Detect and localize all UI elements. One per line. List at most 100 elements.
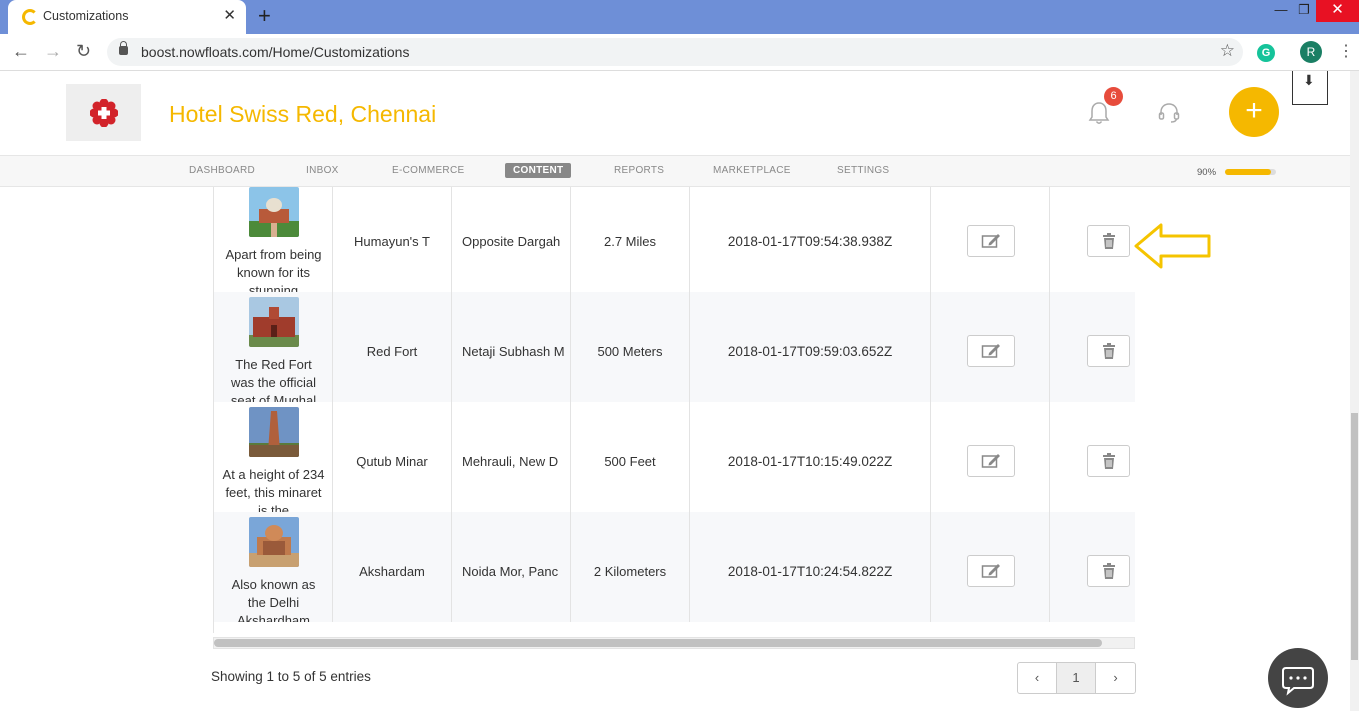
edit-button[interactable] xyxy=(967,445,1015,477)
place-description: Also known as the Delhi Akshardham xyxy=(231,577,316,622)
table-horizontal-scrollbar-thumb[interactable] xyxy=(214,639,1102,647)
place-description: Apart from being known for its stunning xyxy=(225,247,322,292)
address-cell: Netaji Subhash M xyxy=(452,292,571,402)
delete-button[interactable] xyxy=(1087,225,1130,257)
browser-toolbar: ← → ↻ boost.nowfloats.com/Home/Customiza… xyxy=(0,34,1359,71)
grammarly-extension-icon[interactable]: G xyxy=(1257,44,1275,62)
site-favicon-icon xyxy=(22,9,38,25)
hotel-name: Hotel Swiss Red, Chennai xyxy=(169,101,437,127)
back-arrow-icon[interactable]: ← xyxy=(12,40,30,62)
nav-ecommerce[interactable]: E-COMMERCE xyxy=(392,165,464,176)
place-address: Mehrauli, New D xyxy=(462,454,559,469)
distance-cell: 500 Feet xyxy=(571,402,690,512)
annotation-arrow-icon xyxy=(1134,223,1211,269)
customizations-table: Apart from being known for its stunning … xyxy=(213,187,1135,633)
trash-icon xyxy=(1102,453,1115,469)
created-cell: 2018-01-17T10:24:54.822Z xyxy=(690,512,931,622)
table-row: The Red Fort was the official seat of Mu… xyxy=(214,292,1135,402)
table-row: Also known as the Delhi Akshardham Aksha… xyxy=(214,512,1135,622)
nav-settings[interactable]: SETTINGS xyxy=(837,165,889,176)
delete-cell xyxy=(1050,402,1135,512)
created-cell: 2018-01-17T09:54:38.938Z xyxy=(690,187,931,292)
nav-content[interactable]: CONTENT xyxy=(505,163,572,178)
download-button[interactable]: ⬇ xyxy=(1292,71,1328,105)
delete-button[interactable] xyxy=(1087,445,1130,477)
notification-bell-icon[interactable] xyxy=(1088,101,1110,125)
nav-marketplace[interactable]: MARKETPLACE xyxy=(713,165,791,176)
delete-cell xyxy=(1050,292,1135,402)
tab-close-icon[interactable]: ✕ xyxy=(223,7,236,25)
image-cell: At a height of 234 feet, this minaret is… xyxy=(214,402,333,512)
name-cell: Red Fort xyxy=(333,292,452,402)
distance-cell: 500 Meters xyxy=(571,292,690,402)
red-fort-thumbnail xyxy=(249,297,299,347)
name-cell: Humayun's T xyxy=(333,187,452,292)
trash-icon xyxy=(1102,343,1115,359)
trash-icon xyxy=(1102,233,1115,249)
image-cell: Also known as the Delhi Akshardham xyxy=(214,512,333,622)
place-name: Akshardam xyxy=(359,564,425,579)
pagination-prev-button[interactable]: ‹ xyxy=(1018,663,1057,693)
edit-cell xyxy=(931,292,1050,402)
place-distance: 2.7 Miles xyxy=(603,234,657,249)
edit-pencil-icon xyxy=(981,454,1000,468)
lock-icon xyxy=(119,41,128,55)
pagination: ‹ 1 › xyxy=(1017,662,1136,694)
edit-pencil-icon xyxy=(981,344,1000,358)
humayuns-tomb-thumbnail xyxy=(249,187,299,237)
address-cell: Noida Mor, Panc xyxy=(452,512,571,622)
swiss-cross-logo-icon xyxy=(90,99,118,127)
reload-icon[interactable]: ↻ xyxy=(76,40,91,62)
nav-dashboard[interactable]: DASHBOARD xyxy=(189,165,255,176)
add-content-button[interactable]: + xyxy=(1229,87,1279,137)
place-distance: 2 Kilometers xyxy=(593,564,667,579)
place-name: Qutub Minar xyxy=(356,454,428,469)
name-cell: Akshardam xyxy=(333,512,452,622)
created-timestamp: 2018-01-17T09:59:03.652Z xyxy=(727,344,893,359)
edit-button[interactable] xyxy=(967,335,1015,367)
nav-inbox[interactable]: INBOX xyxy=(306,165,339,176)
page-scrollbar-thumb[interactable] xyxy=(1351,413,1358,660)
edit-button[interactable] xyxy=(967,555,1015,587)
new-tab-button[interactable]: + xyxy=(258,4,271,28)
place-description: The Red Fort was the official seat of Mu… xyxy=(230,357,317,402)
delete-button[interactable] xyxy=(1087,335,1130,367)
address-cell: Opposite Dargah xyxy=(452,187,571,292)
created-timestamp: 2018-01-17T09:54:38.938Z xyxy=(727,234,893,249)
created-cell: 2018-01-17T09:59:03.652Z xyxy=(690,292,931,402)
distance-cell: 2 Kilometers xyxy=(571,512,690,622)
place-distance: 500 Feet xyxy=(604,454,656,469)
qutub-minar-thumbnail xyxy=(249,407,299,457)
headset-support-icon[interactable] xyxy=(1157,101,1181,125)
place-address: Netaji Subhash M xyxy=(462,344,565,359)
chat-widget-button[interactable] xyxy=(1268,648,1328,708)
forward-arrow-icon[interactable]: → xyxy=(44,40,62,62)
pagination-page-1[interactable]: 1 xyxy=(1057,663,1096,693)
bookmark-star-icon[interactable]: ☆ xyxy=(1220,41,1235,61)
edit-button[interactable] xyxy=(967,225,1015,257)
window-close-button[interactable]: ✕ xyxy=(1316,0,1359,22)
tab-title: Customizations xyxy=(43,9,129,23)
address-bar[interactable]: boost.nowfloats.com/Home/Customizations … xyxy=(107,38,1243,66)
chat-bubble-icon xyxy=(1282,667,1314,696)
place-distance: 500 Meters xyxy=(597,344,663,359)
profile-avatar[interactable]: R xyxy=(1300,41,1322,63)
hotel-logo[interactable] xyxy=(66,84,141,141)
place-description: At a height of 234 feet, this minaret is… xyxy=(222,467,325,512)
akshardham-thumbnail xyxy=(249,517,299,567)
created-timestamp: 2018-01-17T10:15:49.022Z xyxy=(727,454,893,469)
delete-cell xyxy=(1050,512,1135,622)
pagination-next-button[interactable]: › xyxy=(1096,663,1135,693)
profile-completion-fill xyxy=(1225,169,1271,175)
browser-menu-icon[interactable]: ⋮ xyxy=(1338,42,1354,62)
delete-button[interactable] xyxy=(1087,555,1130,587)
browser-tab[interactable]: Customizations ✕ xyxy=(8,0,246,34)
created-timestamp: 2018-01-17T10:24:54.822Z xyxy=(727,564,893,579)
url-text[interactable]: boost.nowfloats.com/Home/Customizations xyxy=(141,44,409,60)
address-cell: Mehrauli, New D xyxy=(452,402,571,512)
created-cell: 2018-01-17T10:15:49.022Z xyxy=(690,402,931,512)
nav-reports[interactable]: REPORTS xyxy=(614,165,664,176)
place-name: Humayun's T xyxy=(354,234,430,249)
distance-cell: 2.7 Miles xyxy=(571,187,690,292)
edit-pencil-icon xyxy=(981,564,1000,578)
